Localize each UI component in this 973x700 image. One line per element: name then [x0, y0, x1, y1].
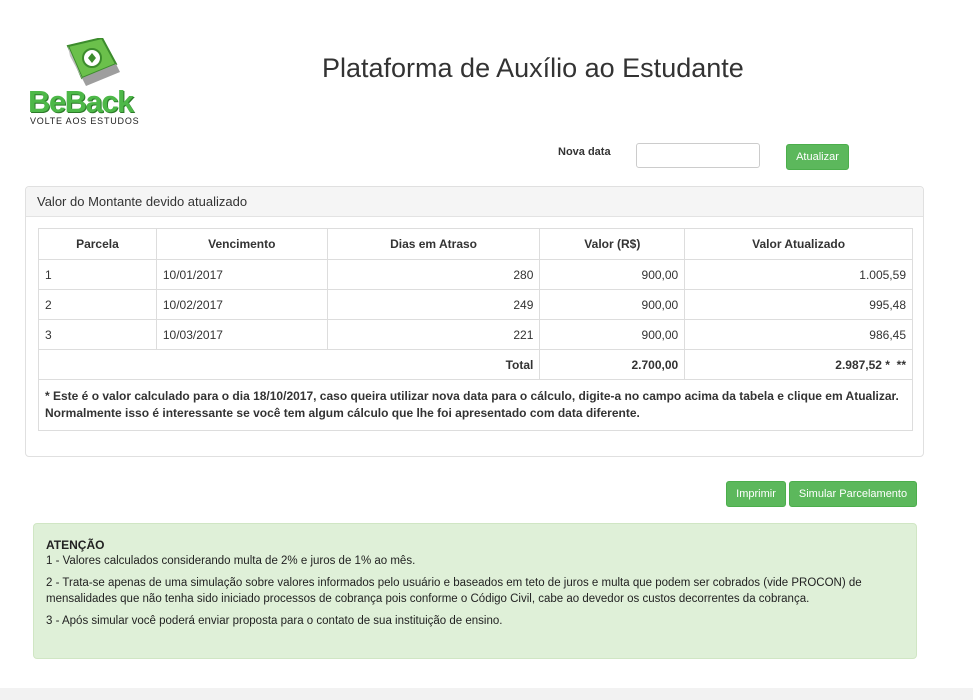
panel-heading: Valor do Montante devido atualizado — [26, 187, 923, 217]
update-button[interactable]: Atualizar — [786, 144, 849, 170]
page-title: Plataforma de Auxílio ao Estudante — [322, 53, 744, 83]
brand-name: BeBack — [28, 84, 134, 119]
column-header-valor: Valor (R$) — [539, 228, 686, 260]
installments-table: Parcela Vencimento Dias em Atraso Valor … — [37, 228, 913, 431]
notice-item: 1 - Valores calculados considerando mult… — [46, 555, 416, 567]
cell-dias: 249 — [326, 289, 541, 320]
simulate-installments-button[interactable]: Simular Parcelamento — [789, 481, 917, 507]
new-date-input[interactable] — [636, 143, 760, 168]
cell-vencimento: 10/02/2017 — [155, 289, 328, 320]
cell-dias: 221 — [326, 319, 541, 350]
cell-valor: 900,00 — [539, 319, 686, 350]
cell-valor: 900,00 — [539, 289, 686, 320]
total-valor-atualizado: 2.987,52 * ** — [684, 349, 913, 380]
cell-parcela: 3 — [38, 319, 157, 350]
bottom-bar — [0, 688, 973, 700]
brand-logo: BeBack VOLTE AOS ESTUDOS — [28, 38, 153, 130]
installments-table-wrap: Parcela Vencimento Dias em Atraso Valor … — [37, 228, 913, 431]
column-header-dias: Dias em Atraso — [326, 228, 541, 260]
total-valor: 2.700,00 — [539, 349, 686, 380]
cell-vencimento: 10/03/2017 — [155, 319, 328, 350]
calculation-footnote: * Este é o valor calculado para o dia 18… — [38, 379, 913, 431]
brand-tagline: VOLTE AOS ESTUDOS — [30, 116, 140, 126]
column-header-vencimento: Vencimento — [155, 228, 328, 260]
amount-panel: Valor do Montante devido atualizado Parc… — [25, 186, 924, 457]
new-date-label: Nova data — [558, 146, 611, 158]
notice-item: 2 - Trata-se apenas de uma simulação sob… — [46, 577, 862, 605]
table-row: 2 10/02/2017 249 900,00 995,48 — [38, 289, 913, 320]
cell-valor-atualizado: 995,48 — [684, 289, 913, 320]
attention-notice: ATENÇÃO 1 - Valores calculados considera… — [33, 523, 917, 659]
cell-valor-atualizado: 986,45 — [684, 319, 913, 350]
total-row: Total 2.700,00 2.987,52 * ** — [37, 349, 913, 380]
notice-title: ATENÇÃO — [46, 538, 105, 552]
column-header-valor-atualizado: Valor Atualizado — [684, 228, 913, 260]
total-label: Total — [37, 349, 541, 380]
print-button[interactable]: Imprimir — [726, 481, 786, 507]
column-header-parcela: Parcela — [38, 228, 157, 260]
footnote-row: * Este é o valor calculado para o dia 18… — [38, 379, 913, 431]
table-header-row: Parcela Vencimento Dias em Atraso Valor … — [38, 228, 913, 260]
cell-parcela: 1 — [38, 259, 157, 290]
table-row: 3 10/03/2017 221 900,00 986,45 — [38, 319, 913, 350]
cell-parcela: 2 — [38, 289, 157, 320]
table-row: 1 10/01/2017 280 900,00 1.005,59 — [38, 259, 913, 290]
cell-valor: 900,00 — [539, 259, 686, 290]
notice-item: 3 - Após simular você poderá enviar prop… — [46, 615, 503, 627]
cell-dias: 280 — [326, 259, 541, 290]
cell-vencimento: 10/01/2017 — [155, 259, 328, 290]
cell-valor-atualizado: 1.005,59 — [684, 259, 913, 290]
